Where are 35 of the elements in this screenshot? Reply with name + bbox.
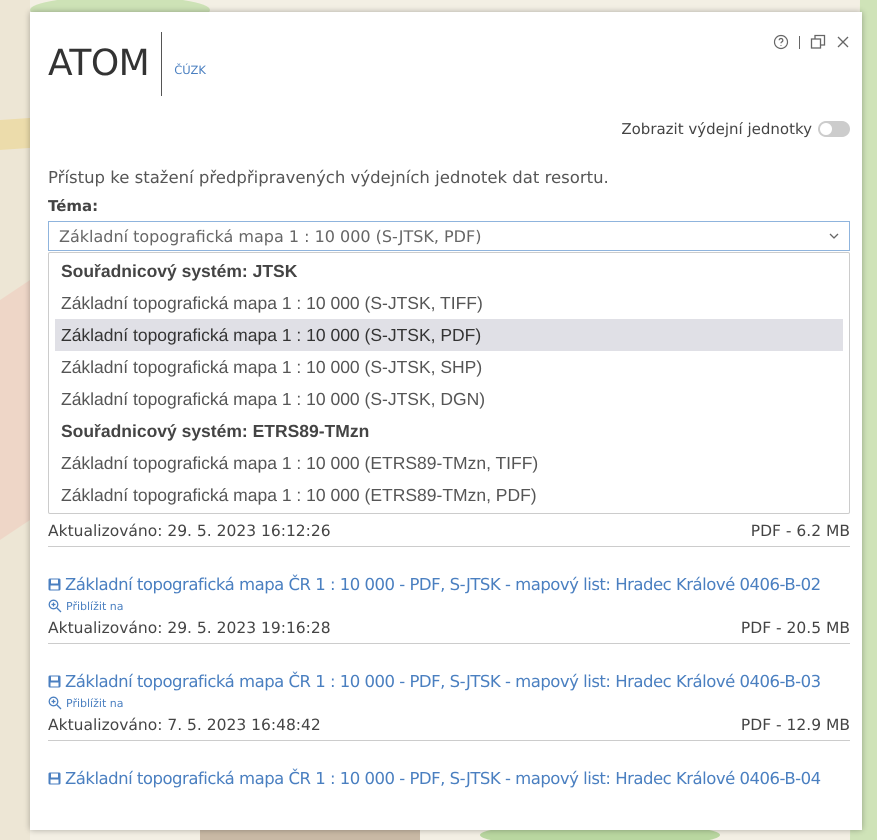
save-icon (48, 772, 61, 785)
updated-date: Aktualizováno: 29. 5. 2023 16:12:26 (48, 522, 331, 540)
download-link[interactable]: Základní topografická mapa ČR 1 : 10 000 - PDF, S-JTSK - mapový list: Hradec Králové 0406-B-02 (48, 575, 850, 594)
file-size: PDF - 6.2 MB (750, 522, 850, 540)
download-link[interactable]: Základní topografická mapa ČR 1 : 10 000 - PDF, S-JTSK - mapový list: Hradec Králové 0406-B-04 (48, 769, 850, 788)
close-icon[interactable] (836, 35, 850, 49)
file-size: PDF - 20.5 MB (740, 619, 850, 637)
dropdown-option[interactable]: Základní topografická mapa 1 : 10 000 (ETRS89-TMzn, TIFF) (55, 447, 843, 479)
updated-date: Aktualizováno: 7. 5. 2023 16:48:42 (48, 716, 321, 734)
theme-label: Téma: (48, 197, 100, 215)
help-icon[interactable] (773, 34, 789, 50)
logo: ATOM (48, 42, 150, 84)
dropdown-option[interactable]: Základní topografická mapa 1 : 10 000 (S-JTSK, TIFF) (55, 287, 843, 319)
zoom-link[interactable]: Přiblížit na (48, 696, 124, 710)
option-group-label: Souřadnicový systém: ETRS89-TMzn (60, 420, 370, 443)
description: Přístup ke stažení předpřipravených výdejních jednotek dat resortu. (48, 168, 610, 187)
toggle-label: Zobrazit výdejní jednotky (621, 120, 812, 138)
save-icon (48, 578, 61, 591)
restore-icon[interactable] (810, 34, 826, 50)
zoom-link[interactable]: Přiblížit na (48, 599, 124, 613)
file-size: PDF - 12.9 MB (740, 716, 850, 734)
zoom-in-icon (48, 599, 62, 613)
zoom-in-icon (48, 696, 62, 710)
option-group-label: Souřadnicový systém: JTSK (60, 260, 298, 283)
download-link[interactable]: Základní topografická mapa ČR 1 : 10 000 - PDF, S-JTSK - mapový list: Hradec Králové 0406-B-03 (48, 672, 850, 691)
save-icon (48, 675, 61, 688)
dropdown-option[interactable]: Základní topografická mapa 1 : 10 000 (S-JTSK, PDF) (55, 319, 843, 351)
dropdown-option[interactable]: Základní topografická mapa 1 : 10 000 (S-JTSK, SHP) (55, 351, 843, 383)
dropdown-option[interactable]: Základní topografická mapa 1 : 10 000 (ETRS89-TMzn, PDF) (55, 479, 843, 511)
dropdown-option[interactable]: Základní topografická mapa 1 : 10 000 (S-JTSK, DGN) (55, 383, 843, 415)
subtitle-link[interactable]: ČÚZK (174, 63, 206, 77)
theme-select[interactable]: Základní topografická mapa 1 : 10 000 (S-JTSK, PDF) (48, 221, 850, 251)
updated-date: Aktualizováno: 29. 5. 2023 19:16:28 (48, 619, 331, 637)
chevron-icon (829, 233, 839, 239)
toggle-switch[interactable] (818, 121, 850, 137)
